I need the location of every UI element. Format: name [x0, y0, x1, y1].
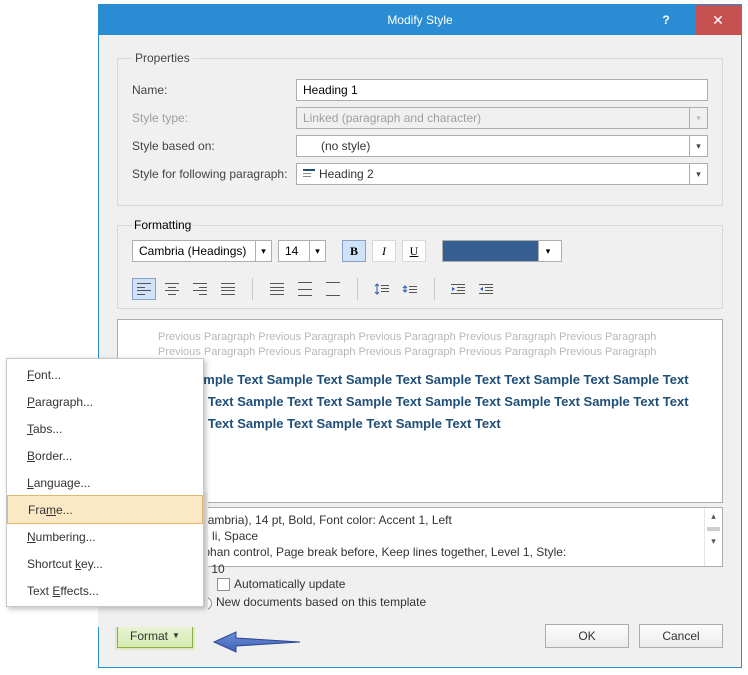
chevron-down-icon[interactable]: ▾ — [309, 241, 325, 261]
format-button[interactable]: Format▼ — [117, 624, 193, 648]
dialog-title: Modify Style — [387, 13, 452, 27]
underline-button[interactable]: U — [402, 240, 426, 262]
heading-icon — [303, 168, 315, 180]
bold-button[interactable]: B — [342, 240, 366, 262]
desc-line: Style, Priority: 10 — [126, 561, 714, 577]
chevron-down-icon[interactable]: ▾ — [689, 164, 707, 184]
menu-text-effects[interactable]: Text Effects... — [7, 577, 203, 604]
style-type-label: Style type: — [132, 111, 296, 125]
spacing-1-button[interactable] — [265, 278, 289, 300]
based-on-label: Style based on: — [132, 139, 296, 153]
auto-update-checkbox[interactable] — [217, 578, 230, 591]
preview-pane: Previous Paragraph Previous Paragraph Pr… — [117, 319, 723, 503]
template-label: New documents based on this template — [216, 595, 426, 609]
menu-tabs[interactable]: Tabs... — [7, 415, 203, 442]
following-label: Style for following paragraph: — [132, 167, 296, 181]
name-input[interactable] — [296, 79, 708, 101]
menu-numbering[interactable]: Numbering... — [7, 523, 203, 550]
ok-button[interactable]: OK — [545, 624, 629, 648]
menu-language[interactable]: Language... — [7, 469, 203, 496]
menu-frame[interactable]: Frame... — [7, 495, 203, 524]
menu-paragraph[interactable]: Paragraph... — [7, 388, 203, 415]
formatting-legend: Formatting — [132, 218, 193, 232]
name-label: Name: — [132, 83, 296, 97]
annotation-arrow-icon — [212, 628, 302, 656]
font-color-dropdown[interactable]: ▾ — [442, 240, 562, 262]
chevron-down-icon[interactable]: ▾ — [255, 241, 271, 261]
titlebar: Modify Style ? ✕ — [99, 5, 741, 35]
cancel-button[interactable]: Cancel — [639, 624, 723, 648]
chevron-down-icon[interactable]: ▾ — [689, 136, 707, 156]
properties-group: Properties Name: Style type: Linked (par… — [117, 51, 723, 206]
chevron-down-icon: ▾ — [689, 108, 707, 128]
preview-sample-text: Text Sample Text Sample Text Sample Text… — [158, 369, 702, 435]
close-button[interactable]: ✕ — [695, 5, 741, 35]
based-on-dropdown[interactable]: (no style)▾ — [296, 135, 708, 157]
align-left-button[interactable] — [132, 278, 156, 300]
space-before-dec-button[interactable] — [398, 278, 422, 300]
preview-previous-text: Previous Paragraph Previous Paragraph Pr… — [158, 330, 702, 361]
color-swatch — [443, 241, 539, 261]
font-dropdown[interactable]: Cambria (Headings)▾ — [132, 240, 272, 262]
following-dropdown[interactable]: Heading 2▾ — [296, 163, 708, 185]
align-justify-button[interactable] — [216, 278, 240, 300]
menu-shortcut-key[interactable]: Shortcut key... — [7, 550, 203, 577]
help-button[interactable]: ? — [643, 5, 689, 35]
indent-dec-button[interactable] — [447, 278, 471, 300]
scrollbar[interactable]: ▴▾ — [704, 508, 722, 566]
properties-legend: Properties — [132, 51, 193, 65]
indent-inc-button[interactable] — [475, 278, 499, 300]
formatting-group: Formatting Cambria (Headings)▾ 14▾ B I U… — [117, 218, 723, 309]
align-right-button[interactable] — [188, 278, 212, 300]
desc-line: : Multiple 1.15 li, Space — [126, 528, 714, 544]
style-type-dropdown: Linked (paragraph and character)▾ — [296, 107, 708, 129]
format-context-menu: Font... Paragraph... Tabs... Border... L… — [6, 358, 204, 607]
menu-border[interactable]: Border... — [7, 442, 203, 469]
space-before-inc-button[interactable] — [370, 278, 394, 300]
desc-line: +Headings (Cambria), 14 pt, Bold, Font c… — [126, 512, 714, 528]
spacing-2-button[interactable] — [321, 278, 345, 300]
chevron-down-icon[interactable]: ▾ — [539, 246, 557, 257]
desc-line: pt, Widow/Orphan control, Page break bef… — [126, 544, 714, 560]
italic-button[interactable]: I — [372, 240, 396, 262]
align-center-button[interactable] — [160, 278, 184, 300]
auto-update-label: Automatically update — [234, 577, 345, 591]
menu-font[interactable]: Font... — [7, 361, 203, 388]
size-dropdown[interactable]: 14▾ — [278, 240, 326, 262]
spacing-1-5-button[interactable] — [293, 278, 317, 300]
